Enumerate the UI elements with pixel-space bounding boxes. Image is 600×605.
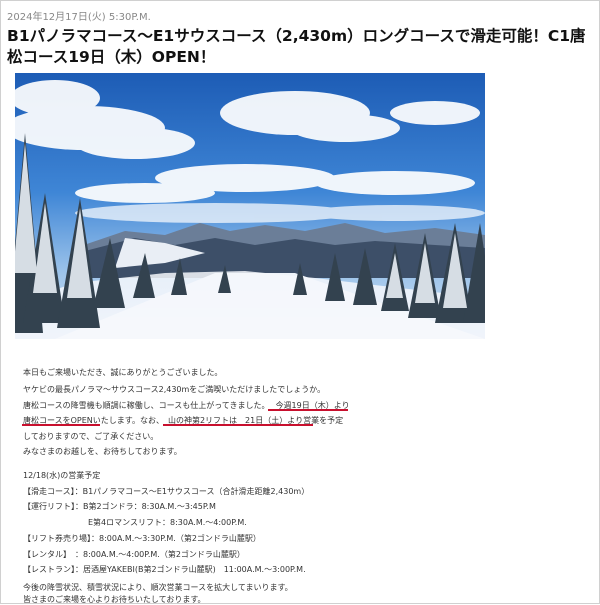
schedule-tickets: 【リフト券売り場】：8:00A.M.〜3:30P.M.（第2ゴンドラ山麓駅） [23, 534, 261, 543]
ski-slope-photo [15, 73, 485, 339]
schedule-course: 【滑走コース】：B1パノラマコース〜E1サウスコース（合計滑走距離2,430m） [23, 487, 310, 496]
body-line-3a: 唐松コースの降雪機も順調に稼働し、コースも仕上がってきました。 [23, 401, 270, 410]
post-date: 2024年12月17日(火) 5:30P.M. [7, 12, 151, 23]
footer-line-1: 今後の降雪状況、積雪状況により、順次営業コースを拡大してまいります。 [23, 583, 293, 592]
schedule-heading: 12/18(水)の営業予定 [23, 471, 101, 480]
schedule-restaurant: 【レストラン】：居酒屋YAKEBI(B第2ゴンドラ山麓駅) 11:00A.M.〜… [23, 565, 306, 574]
highlight-underline-2 [22, 424, 100, 426]
highlight-underline-1 [268, 409, 348, 411]
body-line-2: ヤケビの最長パノラマ〜サウスコース2,430mをご満喫いただけましたでしょうか。 [23, 385, 326, 394]
body-line-4d: を予定 [319, 416, 344, 425]
body-line-4b: いたします。なお、 [92, 416, 164, 425]
footer-line-2: 皆さまのご来場を心よりお待ちいたしております。 [23, 595, 206, 604]
greeting-text: 本日もご来場いただき、誠にありがとうございました。 [23, 368, 223, 377]
post-title: B1パノラマコース〜E1サウスコース（2,430m）ロングコースで滑走可能！C1… [7, 27, 586, 66]
body-line-5: しておりますので、ご了承ください。 [23, 432, 159, 441]
highlight-underline-3 [163, 424, 313, 426]
body-line-6: みなさまのお越しを、お待ちしております。 [23, 447, 182, 456]
schedule-rental: 【レンタル】 ：8:00A.M.〜4:00P.M.（第2ゴンドラ山麓駅） [23, 550, 245, 559]
schedule-lift-1: 【運行リフト】：B第2ゴンドラ：8:30A.M.〜3:45P.M [23, 502, 216, 511]
schedule-lift-2: E第4ロマンスリフト：8:30A.M.〜4:00P.M. [88, 518, 247, 527]
